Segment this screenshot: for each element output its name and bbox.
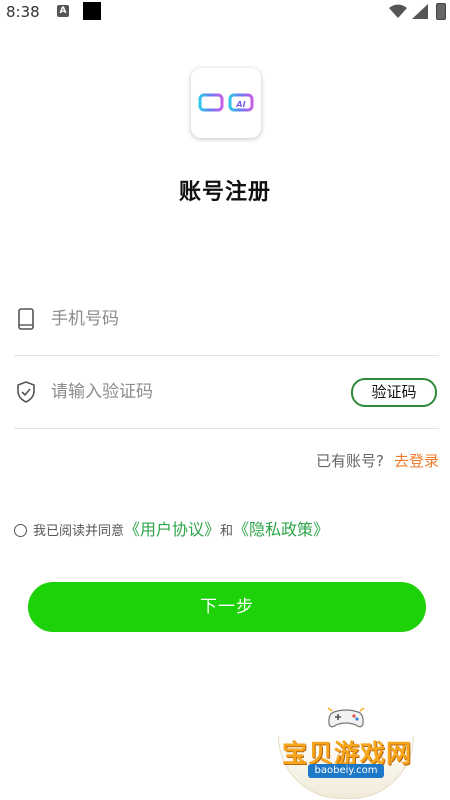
wifi-icon <box>389 4 407 18</box>
page-title: 账号注册 <box>178 180 271 205</box>
signal-icon <box>412 4 428 19</box>
shield-check-icon <box>17 381 35 403</box>
phone-icon <box>18 308 34 330</box>
login-hint: 已有账号? 去登录 <box>316 450 439 471</box>
status-bar: 8:38 A <box>0 0 450 26</box>
phone-input[interactable] <box>51 305 341 333</box>
notification-a-icon: A <box>57 5 69 17</box>
phone-field-row <box>14 283 439 356</box>
agreement-prefix: 我已阅读并同意 <box>33 524 125 539</box>
app-logo: AI <box>191 68 261 138</box>
status-time: 8:38 <box>6 3 40 21</box>
agreement-row: 我已阅读并同意《用户协议》和《隐私政策》 <box>14 516 329 540</box>
watermark-url: baobeiy.com <box>308 764 384 778</box>
gamepad-icon <box>327 707 365 728</box>
login-hint-text: 已有账号? <box>316 452 384 470</box>
get-code-button[interactable]: 验证码 <box>351 378 437 407</box>
user-agreement-link[interactable]: 《用户协议》 <box>124 520 220 539</box>
radio-unchecked-icon[interactable] <box>14 524 27 537</box>
watermark: 宝贝游戏网 baobeiy.com <box>272 702 422 799</box>
verification-code-input[interactable] <box>51 378 341 406</box>
notification-square-icon <box>83 2 101 20</box>
login-link[interactable]: 去登录 <box>394 452 439 470</box>
agreement-and: 和 <box>220 524 234 539</box>
next-step-button[interactable]: 下一步 <box>28 582 426 632</box>
battery-icon <box>436 3 446 20</box>
privacy-policy-link[interactable]: 《隐私政策》 <box>233 520 329 539</box>
code-field-row: 验证码 <box>14 356 439 429</box>
glasses-logo-icon: AI <box>197 93 255 112</box>
svg-text:AI: AI <box>235 100 245 109</box>
